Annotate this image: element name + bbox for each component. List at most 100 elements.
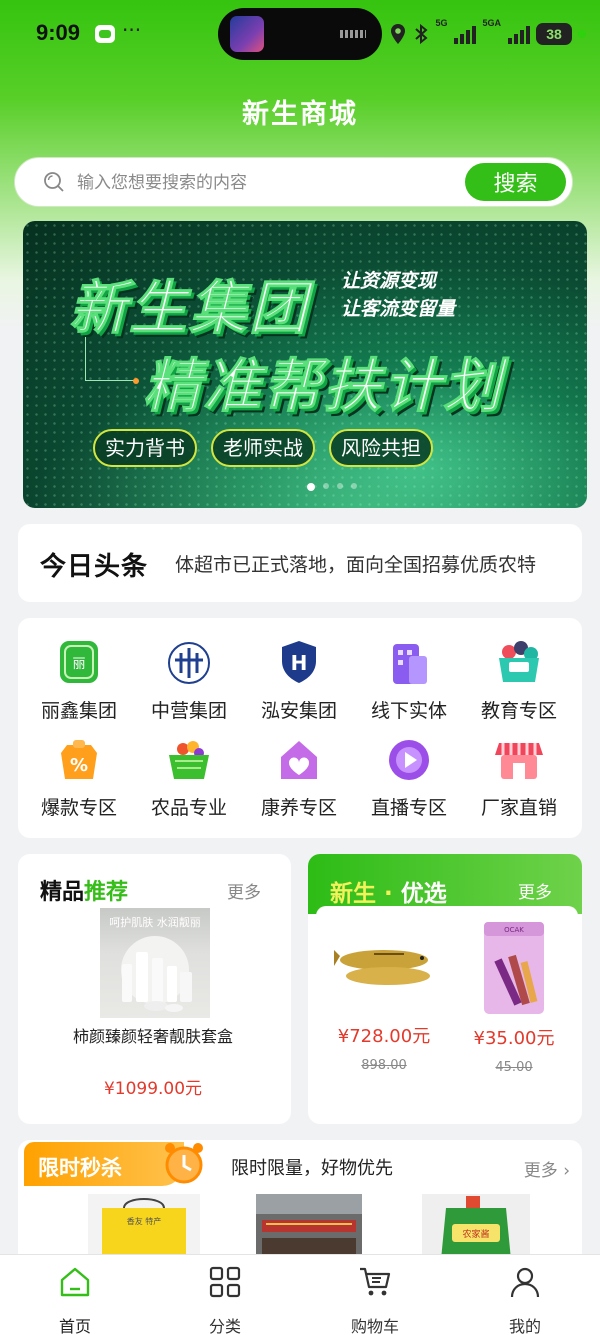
cosmetics-bottles-image	[121, 936, 192, 1012]
banner-tags: 实力背书 老师实战 风险共担	[93, 429, 433, 467]
tab-category[interactable]: 分类	[175, 1265, 275, 1335]
search-input[interactable]	[77, 170, 447, 196]
banner-connector-dot	[133, 378, 139, 384]
battery-icon: 38	[536, 23, 572, 45]
category-education[interactable]: 教育专区	[464, 638, 574, 723]
category-farm[interactable]: 农品专业	[134, 735, 244, 820]
home-icon	[60, 1267, 90, 1297]
optimal-title-a: 新生	[330, 881, 376, 907]
flash-sale-section: 限时秒杀 限时限量，好物优先 更多 › 香友 特产 农家酱	[18, 1140, 582, 1270]
tab-label: 首页	[58, 1317, 91, 1335]
bottom-tab-bar: 首页 分类 购物车 我的	[0, 1254, 600, 1335]
optimal-title: 新生 · 优选	[330, 874, 447, 908]
health-house-icon	[273, 735, 325, 785]
alarm-clock-icon	[165, 1143, 203, 1184]
privacy-indicator-icon	[578, 30, 586, 38]
category-label: 康养专区	[260, 797, 337, 819]
lixin-logo-icon: 丽	[53, 638, 105, 688]
recommend-title-a: 精品	[40, 880, 85, 905]
category-label: 中营集团	[150, 700, 227, 722]
cart-icon	[360, 1267, 391, 1296]
headline-ticker[interactable]: 今日头条 体超市已正式落地，面向全国招募优质农特	[18, 524, 582, 602]
percent-tag-icon: %	[53, 735, 105, 785]
now-playing-thumbnail	[230, 16, 264, 52]
category-live[interactable]: 直播专区	[354, 735, 464, 820]
recommend-title: 精品推荐	[40, 874, 128, 906]
flash-sale-label: 限时秒杀	[38, 1156, 122, 1180]
page-title: 新生商城	[242, 99, 358, 130]
category-lixin[interactable]: 丽 丽鑫集团	[24, 638, 134, 723]
tab-label: 分类	[208, 1317, 241, 1335]
signal-icon-2	[508, 24, 530, 44]
location-icon	[391, 24, 406, 44]
banner-tag: 风险共担	[329, 429, 433, 467]
category-health[interactable]: 康养专区	[244, 735, 354, 820]
tab-cart[interactable]: 购物车	[325, 1265, 425, 1335]
svg-text:丽: 丽	[72, 657, 85, 672]
search-button[interactable]: 搜索	[465, 163, 566, 201]
purple-snack-bag-image: OCAK	[484, 922, 544, 1014]
category-grid: 丽 丽鑫集团 中营集团 H 泓安集团 线下实体 教育专区 % 爆款专区 农品专业…	[18, 618, 582, 838]
carousel-indicator	[307, 483, 357, 491]
promo-banner[interactable]: 新生集团 让资源变现 让客流变留量 精准帮扶计划 实力背书 老师实战 风险共担	[23, 221, 587, 508]
product-image[interactable]: 呵护肌肤 水润靓丽	[100, 908, 210, 1018]
optimal-product-2[interactable]: OCAK ¥35.00元 45.00	[454, 920, 574, 1075]
category-offline-store[interactable]: 线下实体	[354, 638, 464, 723]
category-label: 泓安集团	[260, 700, 337, 722]
gift-bag-label: 香友 特产	[127, 1216, 162, 1226]
carousel-dot	[351, 483, 357, 489]
banner-headline-2: 精准帮扶计划	[142, 352, 504, 421]
banner-slogan: 让资源变现 让客流变留量	[341, 267, 455, 323]
product-price: ¥35.00元	[473, 1028, 555, 1049]
svg-text:H: H	[291, 651, 308, 675]
product-price: ¥1099.00元	[103, 1079, 203, 1099]
carousel-dot-active	[307, 483, 315, 491]
signal2-label: 5GA	[482, 18, 501, 28]
product-price: ¥728.00元	[337, 1026, 431, 1047]
search-bar: 搜索	[14, 157, 573, 207]
optimal-card: 新生 · 优选 更多 ¥728.00元 898.00 OCAK ¥35.00元 …	[308, 854, 582, 1124]
product-old-price: 45.00	[495, 1060, 533, 1075]
tab-profile[interactable]: 我的	[475, 1265, 575, 1335]
message-icon	[95, 25, 115, 43]
product-name[interactable]: 柿颜臻颜轻奢靓肤套盒	[58, 1026, 248, 1048]
status-time: 9:09	[36, 20, 81, 45]
headline-text[interactable]: 体超市已正式落地，面向全国招募优质农特	[175, 550, 575, 577]
banner-slogan-2: 让客流变留量	[341, 298, 456, 320]
svg-text:%: %	[70, 755, 88, 776]
flash-more-label: 更多	[523, 1161, 558, 1181]
status-bar: 9:09 ··· 5G 5GA 38	[0, 0, 600, 70]
category-label: 教育专区	[480, 700, 557, 722]
category-factory-direct[interactable]: 厂家直销	[464, 735, 574, 820]
recommend-more-link[interactable]: 更多	[227, 878, 261, 903]
tab-home[interactable]: 首页	[25, 1265, 125, 1335]
category-hongan[interactable]: H 泓安集团	[244, 638, 354, 723]
pouch-label: 农家酱	[462, 1228, 489, 1240]
optimal-products: ¥728.00元 898.00 OCAK ¥35.00元 45.00	[316, 906, 578, 1116]
category-hot[interactable]: % 爆款专区	[24, 735, 134, 820]
category-label: 线下实体	[370, 700, 447, 722]
category-label: 厂家直销	[480, 797, 557, 819]
more-dots: ···	[122, 18, 142, 42]
optimal-product-1[interactable]: ¥728.00元 898.00	[324, 926, 444, 1073]
carousel-dot	[323, 483, 329, 489]
zhongying-logo-icon	[163, 638, 215, 688]
optimal-title-b: 优选	[400, 881, 447, 907]
tab-label: 我的	[508, 1317, 541, 1335]
user-icon	[510, 1267, 540, 1298]
hongan-logo-icon: H	[273, 638, 325, 688]
flash-sale-more-link[interactable]: 更多 ›	[524, 1156, 570, 1181]
category-zhongying[interactable]: 中营集团	[134, 638, 244, 723]
dynamic-island	[218, 8, 382, 60]
category-label: 直播专区	[370, 797, 447, 819]
bluetooth-icon	[415, 23, 429, 45]
flash-sale-subtitle: 限时限量，好物优先	[231, 1158, 393, 1179]
signal-icon	[454, 24, 477, 44]
headline-logo: 今日头条	[40, 552, 149, 582]
store-icon	[493, 735, 545, 785]
optimal-more-link[interactable]: 更多	[518, 878, 552, 903]
signal1-label: 5G	[435, 18, 448, 28]
chevron-right-icon: ›	[563, 1161, 570, 1181]
basket-icon	[163, 735, 215, 785]
category-label: 爆款专区	[40, 797, 117, 819]
